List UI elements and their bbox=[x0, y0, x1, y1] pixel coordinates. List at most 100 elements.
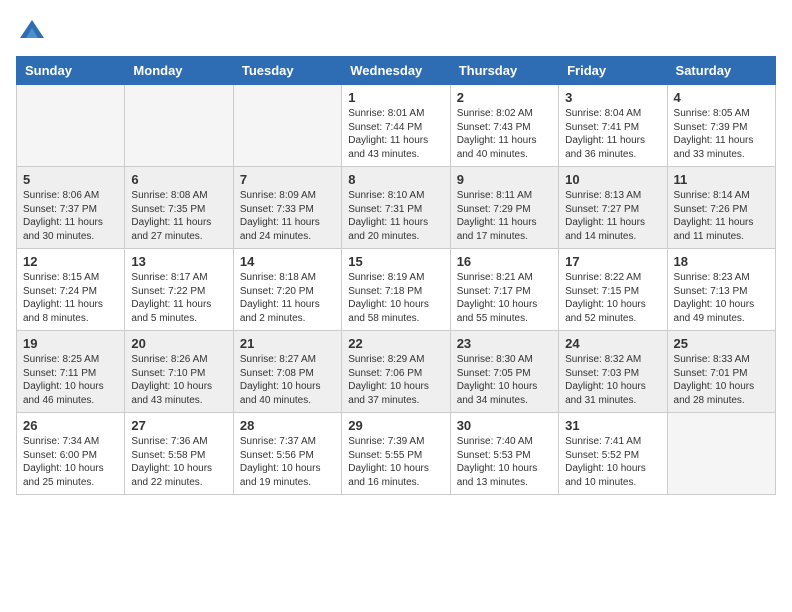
cell-content: Sunrise: 8:13 AM Sunset: 7:27 PM Dayligh… bbox=[565, 189, 660, 243]
logo bbox=[16, 16, 46, 44]
calendar-cell bbox=[125, 85, 233, 167]
calendar-cell: 28 Sunrise: 7:37 AM Sunset: 5:56 PM Dayli… bbox=[233, 413, 341, 495]
calendar-cell: 10Sunrise: 8:13 AM Sunset: 7:27 PM Dayli… bbox=[559, 167, 667, 249]
calendar-week-row: 26 Sunrise: 7:34 AM Sunset: 6:00 PM Dayli… bbox=[17, 413, 776, 495]
calendar-cell: 24 Sunrise: 8:32 AM Sunset: 7:03 PM Dayli… bbox=[559, 331, 667, 413]
cell-content: Sunrise: 8:08 AM Sunset: 7:35 PM Dayligh… bbox=[131, 189, 226, 243]
weekday-header-tuesday: Tuesday bbox=[233, 57, 341, 85]
cell-content: Sunrise: 7:40 AM Sunset: 5:53 PM Dayligh… bbox=[457, 435, 552, 489]
weekday-header-row: SundayMondayTuesdayWednesdayThursdayFrid… bbox=[17, 57, 776, 85]
calendar-cell: 2Sunrise: 8:02 AM Sunset: 7:43 PM Daylig… bbox=[450, 85, 558, 167]
calendar-cell: 22Sunrise: 8:29 AM Sunset: 7:06 PM Dayli… bbox=[342, 331, 450, 413]
day-number: 29 bbox=[348, 418, 443, 433]
cell-content: Sunrise: 8:19 AM Sunset: 7:18 PM Dayligh… bbox=[348, 271, 443, 325]
cell-content: Sunrise: 7:34 AM Sunset: 6:00 PM Dayligh… bbox=[23, 435, 118, 489]
calendar-cell: 20 Sunrise: 8:26 AM Sunset: 7:10 PM Dayli… bbox=[125, 331, 233, 413]
day-number: 18 bbox=[674, 254, 769, 269]
calendar-cell: 15Sunrise: 8:19 AM Sunset: 7:18 PM Dayli… bbox=[342, 249, 450, 331]
calendar-cell: 16 Sunrise: 8:21 AM Sunset: 7:17 PM Dayli… bbox=[450, 249, 558, 331]
calendar-cell: 19Sunrise: 8:25 AM Sunset: 7:11 PM Dayli… bbox=[17, 331, 125, 413]
calendar-cell: 17Sunrise: 8:22 AM Sunset: 7:15 PM Dayli… bbox=[559, 249, 667, 331]
calendar-cell: 29 Sunrise: 7:39 AM Sunset: 5:55 PM Dayli… bbox=[342, 413, 450, 495]
calendar: SundayMondayTuesdayWednesdayThursdayFrid… bbox=[16, 56, 776, 495]
cell-content: Sunrise: 7:37 AM Sunset: 5:56 PM Dayligh… bbox=[240, 435, 335, 489]
cell-content: Sunrise: 8:27 AM Sunset: 7:08 PM Dayligh… bbox=[240, 353, 335, 407]
day-number: 3 bbox=[565, 90, 660, 105]
page-header bbox=[16, 16, 776, 44]
weekday-header-friday: Friday bbox=[559, 57, 667, 85]
cell-content: Sunrise: 8:21 AM Sunset: 7:17 PM Dayligh… bbox=[457, 271, 552, 325]
day-number: 28 bbox=[240, 418, 335, 433]
calendar-cell: 14 Sunrise: 8:18 AM Sunset: 7:20 PM Dayli… bbox=[233, 249, 341, 331]
calendar-cell: 31Sunrise: 7:41 AM Sunset: 5:52 PM Dayli… bbox=[559, 413, 667, 495]
day-number: 16 bbox=[457, 254, 552, 269]
calendar-cell: 6 Sunrise: 8:08 AM Sunset: 7:35 PM Daylig… bbox=[125, 167, 233, 249]
calendar-cell: 30 Sunrise: 7:40 AM Sunset: 5:53 PM Dayli… bbox=[450, 413, 558, 495]
day-number: 1 bbox=[348, 90, 443, 105]
cell-content: Sunrise: 8:26 AM Sunset: 7:10 PM Dayligh… bbox=[131, 353, 226, 407]
cell-content: Sunrise: 8:14 AM Sunset: 7:26 PM Dayligh… bbox=[674, 189, 769, 243]
calendar-body: 1Sunrise: 8:01 AM Sunset: 7:44 PM Daylig… bbox=[17, 85, 776, 495]
calendar-cell: 25 Sunrise: 8:33 AM Sunset: 7:01 PM Dayli… bbox=[667, 331, 775, 413]
day-number: 9 bbox=[457, 172, 552, 187]
calendar-cell: 4 Sunrise: 8:05 AM Sunset: 7:39 PM Daylig… bbox=[667, 85, 775, 167]
cell-content: Sunrise: 8:18 AM Sunset: 7:20 PM Dayligh… bbox=[240, 271, 335, 325]
calendar-week-row: 5Sunrise: 8:06 AM Sunset: 7:37 PM Daylig… bbox=[17, 167, 776, 249]
day-number: 7 bbox=[240, 172, 335, 187]
calendar-cell: 12 Sunrise: 8:15 AM Sunset: 7:24 PM Dayli… bbox=[17, 249, 125, 331]
day-number: 25 bbox=[674, 336, 769, 351]
cell-content: Sunrise: 8:22 AM Sunset: 7:15 PM Dayligh… bbox=[565, 271, 660, 325]
calendar-cell: 11 Sunrise: 8:14 AM Sunset: 7:26 PM Dayli… bbox=[667, 167, 775, 249]
calendar-cell: 1Sunrise: 8:01 AM Sunset: 7:44 PM Daylig… bbox=[342, 85, 450, 167]
calendar-cell bbox=[667, 413, 775, 495]
day-number: 20 bbox=[131, 336, 226, 351]
day-number: 27 bbox=[131, 418, 226, 433]
day-number: 14 bbox=[240, 254, 335, 269]
cell-content: Sunrise: 7:39 AM Sunset: 5:55 PM Dayligh… bbox=[348, 435, 443, 489]
cell-content: Sunrise: 8:30 AM Sunset: 7:05 PM Dayligh… bbox=[457, 353, 552, 407]
day-number: 21 bbox=[240, 336, 335, 351]
day-number: 6 bbox=[131, 172, 226, 187]
calendar-week-row: 19Sunrise: 8:25 AM Sunset: 7:11 PM Dayli… bbox=[17, 331, 776, 413]
calendar-cell: 5Sunrise: 8:06 AM Sunset: 7:37 PM Daylig… bbox=[17, 167, 125, 249]
weekday-header-wednesday: Wednesday bbox=[342, 57, 450, 85]
day-number: 12 bbox=[23, 254, 118, 269]
calendar-cell: 21 Sunrise: 8:27 AM Sunset: 7:08 PM Dayli… bbox=[233, 331, 341, 413]
day-number: 30 bbox=[457, 418, 552, 433]
calendar-cell bbox=[17, 85, 125, 167]
cell-content: Sunrise: 8:33 AM Sunset: 7:01 PM Dayligh… bbox=[674, 353, 769, 407]
weekday-header-monday: Monday bbox=[125, 57, 233, 85]
weekday-header-sunday: Sunday bbox=[17, 57, 125, 85]
cell-content: Sunrise: 8:10 AM Sunset: 7:31 PM Dayligh… bbox=[348, 189, 443, 243]
cell-content: Sunrise: 8:32 AM Sunset: 7:03 PM Dayligh… bbox=[565, 353, 660, 407]
weekday-header-saturday: Saturday bbox=[667, 57, 775, 85]
cell-content: Sunrise: 8:17 AM Sunset: 7:22 PM Dayligh… bbox=[131, 271, 226, 325]
cell-content: Sunrise: 8:06 AM Sunset: 7:37 PM Dayligh… bbox=[23, 189, 118, 243]
weekday-header-thursday: Thursday bbox=[450, 57, 558, 85]
calendar-cell: 8Sunrise: 8:10 AM Sunset: 7:31 PM Daylig… bbox=[342, 167, 450, 249]
calendar-cell: 13 Sunrise: 8:17 AM Sunset: 7:22 PM Dayli… bbox=[125, 249, 233, 331]
calendar-week-row: 1Sunrise: 8:01 AM Sunset: 7:44 PM Daylig… bbox=[17, 85, 776, 167]
cell-content: Sunrise: 8:04 AM Sunset: 7:41 PM Dayligh… bbox=[565, 107, 660, 161]
calendar-cell: 23Sunrise: 8:30 AM Sunset: 7:05 PM Dayli… bbox=[450, 331, 558, 413]
cell-content: Sunrise: 8:09 AM Sunset: 7:33 PM Dayligh… bbox=[240, 189, 335, 243]
cell-content: Sunrise: 8:11 AM Sunset: 7:29 PM Dayligh… bbox=[457, 189, 552, 243]
cell-content: Sunrise: 7:41 AM Sunset: 5:52 PM Dayligh… bbox=[565, 435, 660, 489]
calendar-cell: 3 Sunrise: 8:04 AM Sunset: 7:41 PM Daylig… bbox=[559, 85, 667, 167]
day-number: 26 bbox=[23, 418, 118, 433]
calendar-week-row: 12 Sunrise: 8:15 AM Sunset: 7:24 PM Dayli… bbox=[17, 249, 776, 331]
day-number: 24 bbox=[565, 336, 660, 351]
day-number: 4 bbox=[674, 90, 769, 105]
day-number: 2 bbox=[457, 90, 552, 105]
day-number: 11 bbox=[674, 172, 769, 187]
cell-content: Sunrise: 8:15 AM Sunset: 7:24 PM Dayligh… bbox=[23, 271, 118, 325]
calendar-cell bbox=[233, 85, 341, 167]
cell-content: Sunrise: 8:05 AM Sunset: 7:39 PM Dayligh… bbox=[674, 107, 769, 161]
cell-content: Sunrise: 8:23 AM Sunset: 7:13 PM Dayligh… bbox=[674, 271, 769, 325]
calendar-cell: 27 Sunrise: 7:36 AM Sunset: 5:58 PM Dayli… bbox=[125, 413, 233, 495]
calendar-cell: 26 Sunrise: 7:34 AM Sunset: 6:00 PM Dayli… bbox=[17, 413, 125, 495]
day-number: 13 bbox=[131, 254, 226, 269]
calendar-cell: 18 Sunrise: 8:23 AM Sunset: 7:13 PM Dayli… bbox=[667, 249, 775, 331]
day-number: 19 bbox=[23, 336, 118, 351]
cell-content: Sunrise: 7:36 AM Sunset: 5:58 PM Dayligh… bbox=[131, 435, 226, 489]
